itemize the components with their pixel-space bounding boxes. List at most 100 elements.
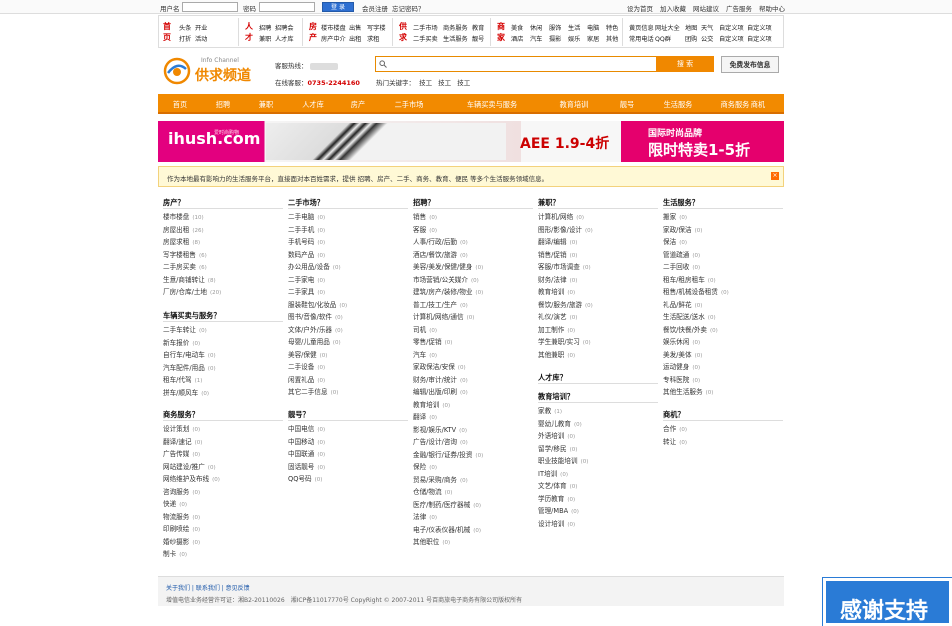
- username-input[interactable]: [182, 2, 238, 12]
- toplink-ads[interactable]: 广告服务: [726, 3, 752, 13]
- category-link[interactable]: 保险 (0): [413, 461, 533, 474]
- nav-item[interactable]: 车辆买卖与服务: [467, 100, 517, 110]
- category-link[interactable]: 编辑/出版/印刷 (0): [413, 386, 533, 399]
- category-link[interactable]: 金融/银行/证券/投资 (0): [413, 449, 533, 462]
- hot-keyword[interactable]: 技工: [457, 79, 470, 87]
- menu-item[interactable]: 生活服务: [443, 34, 468, 45]
- category-link[interactable]: 二手车转让 (0): [163, 324, 283, 337]
- nav-item[interactable]: 招聘: [216, 100, 230, 110]
- close-icon[interactable]: ×: [771, 172, 779, 180]
- category-link[interactable]: 设计策划 (0): [163, 423, 283, 436]
- menu-item[interactable]: 兼职: [259, 34, 271, 45]
- category-link[interactable]: 教育培训 (0): [538, 286, 658, 299]
- menu-item[interactable]: 招聘会: [275, 23, 294, 34]
- category-link[interactable]: 二手电脑 (0): [288, 211, 408, 224]
- menu-item[interactable]: 公交: [701, 34, 713, 45]
- category-link[interactable]: 贸易/采购/商务 (0): [413, 474, 533, 487]
- toplink-home[interactable]: 设为首页: [627, 3, 653, 13]
- category-link[interactable]: 翻译/编辑 (0): [538, 236, 658, 249]
- hot-keyword[interactable]: 技工: [419, 79, 432, 87]
- menu-item[interactable]: 自定义项: [747, 34, 772, 45]
- category-link[interactable]: 闲置礼品 (0): [288, 374, 408, 387]
- category-link[interactable]: 加工制作 (0): [538, 324, 658, 337]
- menu-group-title[interactable]: 房产: [309, 21, 319, 43]
- menu-item[interactable]: 活动: [195, 34, 207, 45]
- footer-links[interactable]: 关于我们 | 联系我们 | 意见反馈: [166, 583, 250, 592]
- category-link[interactable]: 文艺/体育 (0): [538, 480, 658, 493]
- category-link[interactable]: 楼市楼盘 (10): [163, 211, 283, 224]
- menu-item[interactable]: 房产中介: [321, 34, 346, 45]
- category-link[interactable]: 二手设备 (0): [288, 361, 408, 374]
- category-link[interactable]: 其它二手信息 (0): [288, 386, 408, 399]
- category-link[interactable]: 娱乐休闲 (0): [663, 336, 783, 349]
- category-link[interactable]: 影视/娱乐/KTV (0): [413, 424, 533, 437]
- category-link[interactable]: 中国电信 (0): [288, 423, 408, 436]
- category-link[interactable]: 翻译/速记 (0): [163, 436, 283, 449]
- menu-item[interactable]: 招聘: [259, 23, 271, 34]
- category-link[interactable]: 图书/音像/软件 (0): [288, 311, 408, 324]
- toplink-fav[interactable]: 加入收藏: [660, 3, 686, 13]
- category-link[interactable]: 固话靓号 (0): [288, 461, 408, 474]
- nav-item[interactable]: 首页: [173, 100, 187, 110]
- category-link[interactable]: 物流服务 (0): [163, 511, 283, 524]
- category-link[interactable]: 餐饮/快餐/外卖 (0): [663, 324, 783, 337]
- nav-item[interactable]: 商务服务: [721, 100, 750, 110]
- search-input[interactable]: [375, 56, 657, 72]
- category-link[interactable]: 教育培训 (0): [413, 399, 533, 412]
- menu-group-title[interactable]: 商家: [497, 21, 507, 43]
- menu-item[interactable]: 其他: [606, 34, 618, 45]
- category-link[interactable]: 职业技能培训 (0): [538, 455, 658, 468]
- category-link[interactable]: 学历教育 (0): [538, 493, 658, 506]
- menu-item[interactable]: 写字楼: [367, 23, 386, 34]
- hot-keyword[interactable]: 技工: [438, 79, 451, 87]
- menu-item[interactable]: 二手买卖: [413, 34, 438, 45]
- category-link[interactable]: 客服/市场调查 (0): [538, 261, 658, 274]
- site-logo[interactable]: Info Channel 供求频道: [163, 55, 263, 87]
- category-link[interactable]: 中国移动 (0): [288, 436, 408, 449]
- category-link[interactable]: 销售 (0): [413, 211, 533, 224]
- menu-item[interactable]: 天气: [701, 23, 713, 34]
- category-link[interactable]: 生活配送/送水 (0): [663, 311, 783, 324]
- category-link[interactable]: QQ号码 (0): [288, 473, 408, 486]
- category-link[interactable]: 写字楼租售 (6): [163, 249, 283, 262]
- category-link[interactable]: 电子/仪表仪器/机械 (0): [413, 524, 533, 537]
- category-link[interactable]: 外语培训 (0): [538, 430, 658, 443]
- menu-item[interactable]: 常用电话: [629, 34, 654, 45]
- menu-group-title[interactable]: 首页: [163, 21, 173, 43]
- category-link[interactable]: 市场营销/公关媒介 (0): [413, 274, 533, 287]
- category-link[interactable]: 仓储/物流 (0): [413, 486, 533, 499]
- section-title[interactable]: 靓号？: [288, 408, 408, 421]
- menu-item[interactable]: 打折: [179, 34, 191, 45]
- search-button[interactable]: 搜 索: [656, 56, 714, 72]
- category-link[interactable]: 专科医院 (0): [663, 374, 783, 387]
- menu-item[interactable]: 自定义项: [719, 23, 744, 34]
- category-link[interactable]: 生意/商铺转让 (8): [163, 274, 283, 287]
- category-link[interactable]: 婴幼儿教育 (0): [538, 418, 658, 431]
- nav-item[interactable]: 生活服务: [664, 100, 693, 110]
- category-link[interactable]: 建筑/房产/装修/物业 (0): [413, 286, 533, 299]
- category-link[interactable]: 拼车/顺风车 (0): [163, 387, 283, 400]
- category-link[interactable]: 咨询服务 (0): [163, 486, 283, 499]
- category-link[interactable]: 办公用品/设备 (0): [288, 261, 408, 274]
- nav-item[interactable]: 房产: [351, 100, 365, 110]
- menu-item[interactable]: 商务服务: [443, 23, 468, 34]
- category-link[interactable]: 财务/审计/统计 (0): [413, 374, 533, 387]
- category-link[interactable]: 快递 (0): [163, 498, 283, 511]
- category-link[interactable]: 美容/美发/保健/健身 (0): [413, 261, 533, 274]
- category-link[interactable]: 家政保洁/安保 (0): [413, 361, 533, 374]
- category-link[interactable]: 家政/保洁 (0): [663, 224, 783, 237]
- section-title[interactable]: 生活服务？: [663, 196, 783, 209]
- category-link[interactable]: IT培训 (0): [538, 468, 658, 481]
- thanks-support-button[interactable]: 感谢支持: [823, 578, 952, 626]
- category-link[interactable]: 留学/移民 (0): [538, 443, 658, 456]
- category-link[interactable]: 网站建设/推广 (0): [163, 461, 283, 474]
- category-link[interactable]: 母婴/儿童用品 (0): [288, 336, 408, 349]
- nav-item[interactable]: 人才库: [302, 100, 324, 110]
- category-link[interactable]: 广告传媒 (0): [163, 448, 283, 461]
- menu-item[interactable]: 自定义项: [747, 23, 772, 34]
- nav-item[interactable]: 兼职: [259, 100, 273, 110]
- category-link[interactable]: 二手家具 (0): [288, 286, 408, 299]
- category-link[interactable]: 人事/行政/后勤 (0): [413, 236, 533, 249]
- nav-item[interactable]: 商机: [751, 100, 765, 110]
- category-link[interactable]: 文体/户外/乐器 (0): [288, 324, 408, 337]
